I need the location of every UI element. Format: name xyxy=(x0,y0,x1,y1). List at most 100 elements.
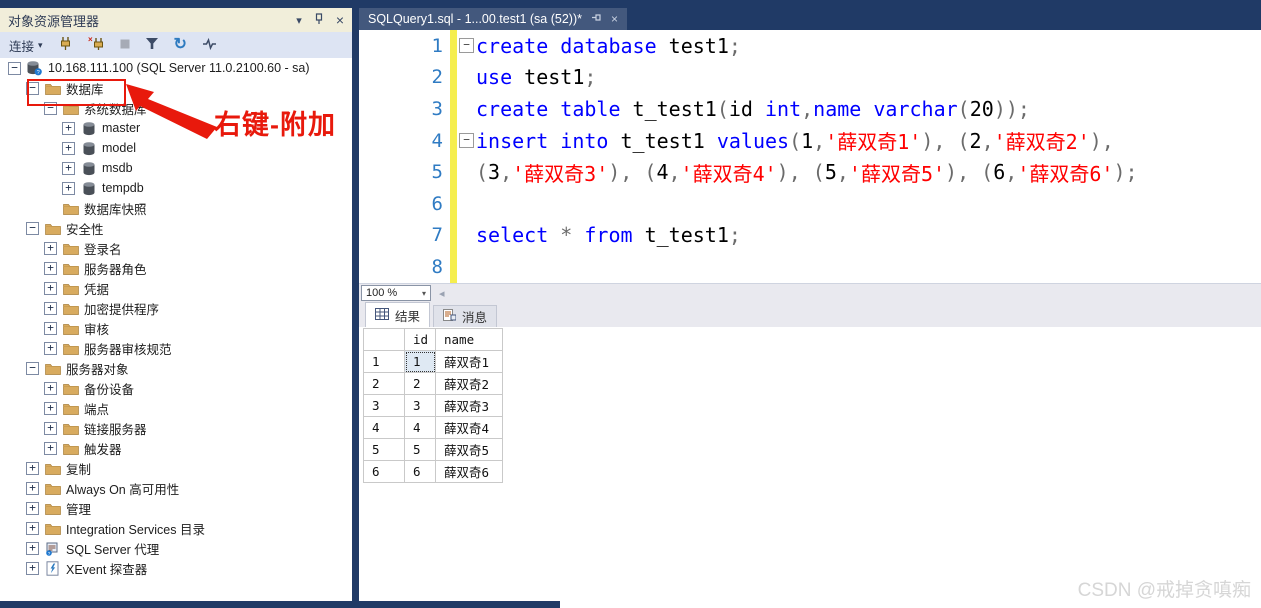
tree-item[interactable]: + 复制 xyxy=(0,458,350,478)
tree-item[interactable]: + XEvent 探查器 xyxy=(0,558,350,578)
grid-cell[interactable]: 5 xyxy=(404,438,436,461)
activity-monitor-icon[interactable] xyxy=(202,37,217,54)
tree-item[interactable]: + 备份设备 xyxy=(0,378,350,398)
code-line[interactable]: 2 use test1; xyxy=(359,61,1261,94)
tree-item[interactable]: + msdb xyxy=(0,158,350,178)
grid-row-header[interactable]: 4 xyxy=(363,416,405,439)
grid-cell[interactable]: 薛双奇6 xyxy=(435,460,503,483)
code-line[interactable]: 8 xyxy=(359,251,1261,283)
panel-splitter[interactable] xyxy=(352,8,359,608)
refresh-icon[interactable]: ↻ xyxy=(174,37,187,53)
grid-cell[interactable]: 薛双奇3 xyxy=(435,394,503,417)
expand-icon[interactable]: + xyxy=(26,561,39,575)
tree-item[interactable]: + 服务器审核规范 xyxy=(0,338,350,358)
disconnect-plug-icon[interactable]: × xyxy=(88,35,105,54)
code-line[interactable]: 4− insert into t_test1 values(1, '薛双奇1'), … xyxy=(359,124,1261,157)
tree-item[interactable]: + Always On 高可用性 xyxy=(0,478,350,498)
code-line[interactable]: 6 xyxy=(359,187,1261,220)
expand-icon[interactable]: + xyxy=(26,501,39,515)
grid-column-header[interactable]: id xyxy=(404,328,436,351)
expand-icon[interactable]: + xyxy=(44,241,57,255)
grid-cell[interactable]: 4 xyxy=(404,416,436,439)
expand-icon[interactable]: + xyxy=(26,461,39,475)
expand-icon[interactable]: + xyxy=(44,281,57,295)
tree-item[interactable]: + 端点 xyxy=(0,398,350,418)
grid-cell[interactable]: 3 xyxy=(404,394,436,417)
results-grid[interactable]: id name 1 1 薛双奇1 2 2 薛双奇2 3 3 薛双奇3 4 4 薛双奇4 5 5 薛双奇5 6 6 薛双… xyxy=(363,328,503,483)
sql-editor[interactable]: 1− create database test1; 2 use test1; 3 crea… xyxy=(359,30,1261,283)
grid-row-header[interactable]: 3 xyxy=(363,394,405,417)
grid-cell[interactable]: 6 xyxy=(404,460,436,483)
expand-icon[interactable]: + xyxy=(62,141,75,155)
pin-icon[interactable] xyxy=(314,12,324,28)
grid-cell[interactable]: 薛双奇4 xyxy=(435,416,503,439)
tree-item[interactable]: − 安全性 xyxy=(0,218,350,238)
expand-icon[interactable]: + xyxy=(44,421,57,435)
expand-icon[interactable]: + xyxy=(26,541,39,555)
collapse-icon[interactable]: − xyxy=(26,361,39,375)
expand-icon[interactable]: + xyxy=(44,261,57,275)
collapse-region-icon[interactable]: − xyxy=(459,38,474,54)
grid-cell[interactable]: 薛双奇2 xyxy=(435,372,503,395)
collapse-icon[interactable]: − xyxy=(26,221,39,235)
pin-icon[interactable] xyxy=(591,12,602,26)
expand-icon[interactable]: + xyxy=(44,341,57,355)
tab-messages[interactable]: 消息 xyxy=(433,305,498,327)
editor-document-tab[interactable]: SQLQuery1.sql - 1...00.test1 (sa (52))* … xyxy=(359,8,627,30)
expand-icon[interactable]: + xyxy=(44,441,57,455)
grid-column-header[interactable]: name xyxy=(435,328,503,351)
expand-icon[interactable]: + xyxy=(62,181,75,195)
editor-zoom-select[interactable]: 100 % ▾ xyxy=(361,285,431,301)
grid-cell[interactable]: 2 xyxy=(404,372,436,395)
tree-item[interactable]: −数据库快照 xyxy=(0,198,350,218)
code-line[interactable]: 5(3, '薛双奇3'), (4, '薛双奇4'), (5, '薛双奇5'), (6,… xyxy=(359,156,1261,188)
tree-item[interactable]: +? SQL Server 代理 xyxy=(0,538,350,558)
tree-item[interactable]: + 服务器角色 xyxy=(0,258,350,278)
connect-plug-icon[interactable] xyxy=(58,36,73,54)
code-line[interactable]: 7 select * from t_test1; xyxy=(359,219,1261,252)
grid-corner-cell[interactable] xyxy=(363,328,405,351)
code-line[interactable]: 1− create database test1; xyxy=(359,30,1261,62)
code-line[interactable]: 3 create table t_test1(id int, name varcha… xyxy=(359,93,1261,125)
expand-icon[interactable]: + xyxy=(62,161,75,175)
collapse-region-icon[interactable]: − xyxy=(459,133,474,149)
expand-icon[interactable]: + xyxy=(44,401,57,415)
expand-icon[interactable]: + xyxy=(44,301,57,315)
fold-margin[interactable]: − xyxy=(457,133,476,149)
close-icon[interactable]: × xyxy=(611,12,618,26)
filter-icon[interactable] xyxy=(145,37,159,53)
collapse-icon[interactable]: − xyxy=(8,61,21,75)
tree-item[interactable]: + 凭据 xyxy=(0,278,350,298)
tree-item[interactable]: + 链接服务器 xyxy=(0,418,350,438)
expand-icon[interactable]: + xyxy=(26,521,39,535)
tree-item[interactable]: −? 10.168.111.100 (SQL Server 11.0.2100.6… xyxy=(0,58,350,78)
grid-cell[interactable]: 薛双奇1 xyxy=(435,350,503,373)
expand-icon[interactable]: + xyxy=(44,321,57,335)
tree-item[interactable]: + 触发器 xyxy=(0,438,350,458)
expand-icon[interactable]: + xyxy=(26,481,39,495)
tree-item-label: 服务器对象 xyxy=(66,362,129,377)
code-token: ( xyxy=(789,128,802,153)
grid-cell[interactable]: 1 xyxy=(404,350,436,373)
tree-item[interactable]: + 管理 xyxy=(0,498,350,518)
tree-item[interactable]: − 服务器对象 xyxy=(0,358,350,378)
grid-row-header[interactable]: 1 xyxy=(363,350,405,373)
chevron-down-icon[interactable]: ▾ xyxy=(296,14,302,27)
tree-item[interactable]: + 审核 xyxy=(0,318,350,338)
close-icon[interactable]: × xyxy=(336,12,344,28)
tree-item[interactable]: + 加密提供程序 xyxy=(0,298,350,318)
tab-results[interactable]: 结果 xyxy=(365,302,431,327)
expand-icon[interactable]: + xyxy=(44,381,57,395)
grid-row-header[interactable]: 5 xyxy=(363,438,405,461)
tree-item[interactable]: + 登录名 xyxy=(0,238,350,258)
grid-row-header[interactable]: 6 xyxy=(363,460,405,483)
grid-cell[interactable]: 薛双奇5 xyxy=(435,438,503,461)
fold-margin[interactable]: − xyxy=(457,38,476,54)
grid-row-header[interactable]: 2 xyxy=(363,372,405,395)
tree-item[interactable]: + tempdb xyxy=(0,178,350,198)
tree-item[interactable]: + Integration Services 目录 xyxy=(0,518,350,538)
code-token: '薛双奇5' xyxy=(848,161,946,186)
expand-icon[interactable]: + xyxy=(62,121,75,135)
connect-dropdown-button[interactable]: 连接 ▾ xyxy=(9,36,43,55)
scroll-left-icon[interactable]: ◂ xyxy=(439,287,445,300)
